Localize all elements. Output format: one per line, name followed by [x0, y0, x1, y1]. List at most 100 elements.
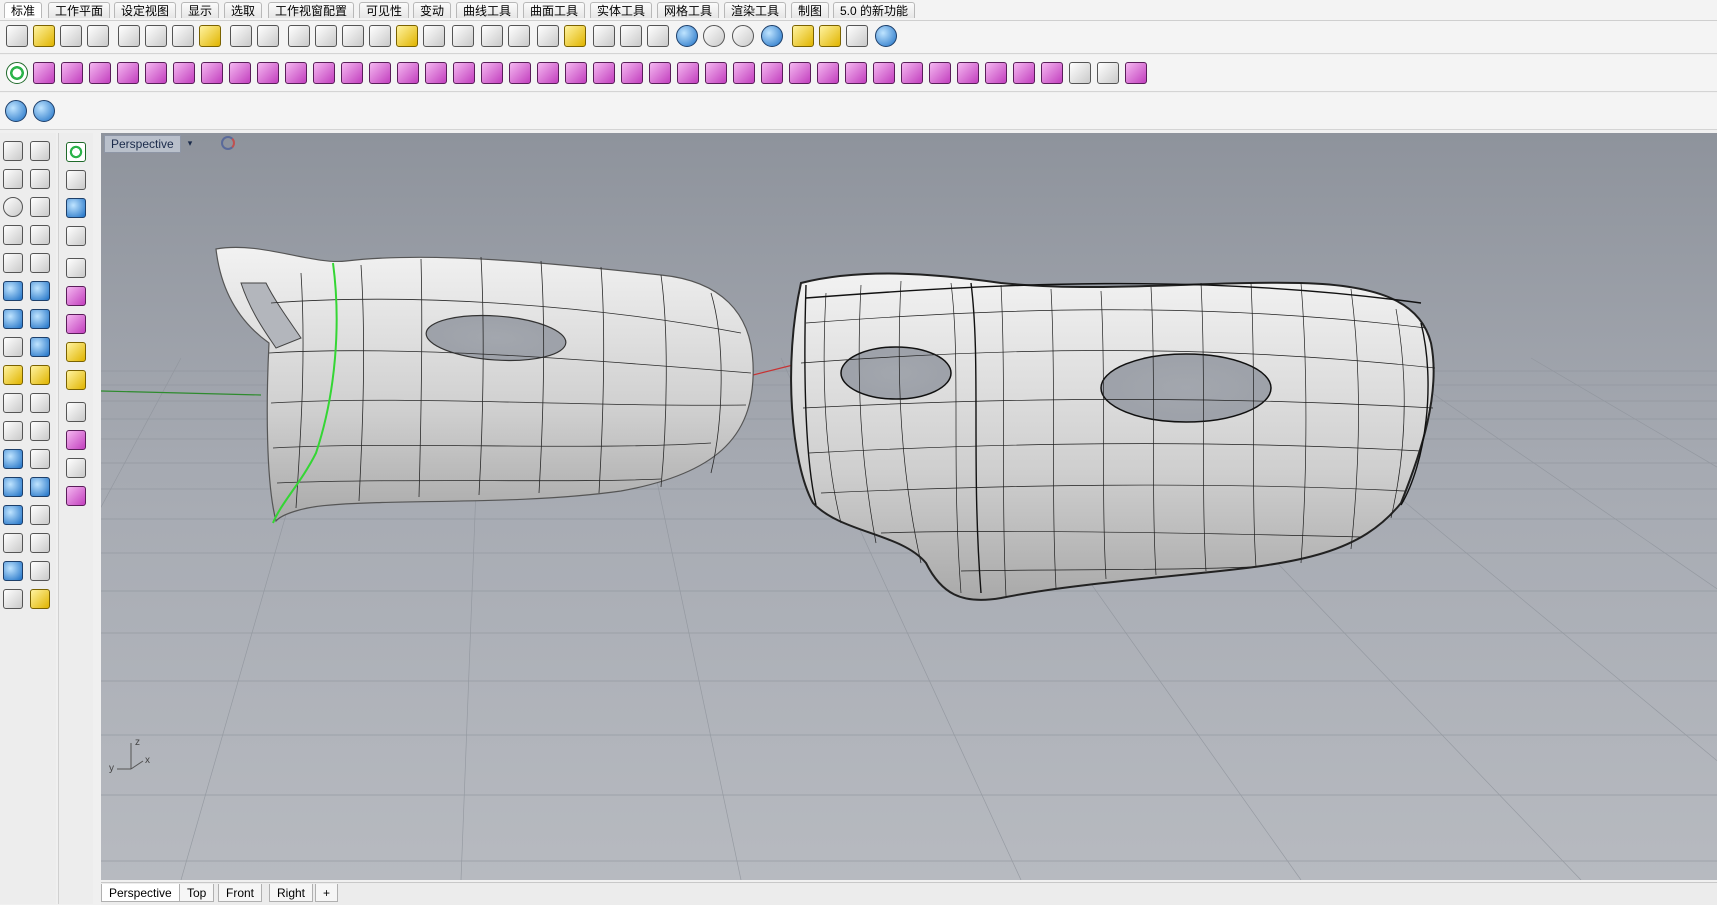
subd-frame-icon[interactable] [66, 458, 86, 478]
pan-hand-icon[interactable] [257, 25, 279, 47]
subd-gear-icon[interactable] [66, 486, 86, 506]
plugin-a-icon[interactable] [5, 100, 27, 122]
print-icon[interactable] [87, 25, 109, 47]
tab-cplanes[interactable]: 工作平面 [48, 2, 111, 18]
smooth-icon[interactable] [789, 62, 811, 84]
point-icon[interactable] [30, 141, 50, 161]
split-tool-icon[interactable] [30, 421, 50, 441]
symmetry-icon[interactable] [761, 62, 783, 84]
chamfer-icon[interactable] [341, 62, 363, 84]
insert-edge-icon[interactable] [817, 62, 839, 84]
delete-face-icon[interactable] [593, 62, 615, 84]
new-file-icon[interactable] [6, 25, 28, 47]
group-icon[interactable] [3, 477, 23, 497]
undo-icon[interactable] [230, 25, 252, 47]
curve-icon[interactable] [30, 169, 50, 189]
render-icon[interactable] [761, 25, 783, 47]
named-view-icon[interactable] [508, 25, 530, 47]
arc-icon[interactable] [3, 253, 23, 273]
options-gear-icon[interactable] [819, 25, 841, 47]
zoom-window-icon[interactable] [342, 25, 364, 47]
check-icon[interactable] [30, 561, 50, 581]
cage-icon[interactable] [145, 62, 167, 84]
mesh-patch-icon[interactable] [1041, 62, 1063, 84]
subd-cube-icon[interactable] [66, 314, 86, 334]
trim-icon[interactable] [3, 421, 23, 441]
rail-icon[interactable] [257, 62, 279, 84]
paste-icon[interactable] [199, 25, 221, 47]
split-icon[interactable] [481, 62, 503, 84]
move-axes-icon[interactable] [66, 258, 86, 278]
brush-icon[interactable] [792, 25, 814, 47]
select-filter-icon[interactable] [564, 25, 586, 47]
subdivide-icon[interactable] [537, 62, 559, 84]
subd-solid-icon[interactable] [66, 370, 86, 390]
layer-icon[interactable] [647, 25, 669, 47]
tab-mesh-tools[interactable]: 网格工具 [657, 2, 720, 18]
solid-box-icon[interactable] [3, 309, 23, 329]
surface-corner-icon[interactable] [3, 281, 23, 301]
text-icon[interactable] [3, 449, 23, 469]
view-tab-right[interactable]: Right [269, 884, 314, 902]
settings-gear-icon[interactable] [1125, 62, 1147, 84]
analyze-icon[interactable] [3, 561, 23, 581]
rectangle-icon[interactable] [30, 225, 50, 245]
plane-icon[interactable] [957, 62, 979, 84]
shaded-sphere-icon[interactable] [703, 25, 725, 47]
copy-icon[interactable] [172, 25, 194, 47]
subd-cube-yellow-icon[interactable] [66, 342, 86, 362]
tab-drafting[interactable]: 制图 [791, 2, 830, 18]
crease-icon[interactable] [649, 62, 671, 84]
patch-icon[interactable] [229, 62, 251, 84]
box-icon[interactable] [33, 62, 55, 84]
array-icon[interactable] [30, 505, 50, 525]
pivot-icon[interactable] [873, 62, 895, 84]
tab-surface-tools[interactable]: 曲面工具 [523, 2, 586, 18]
render-mesh-icon[interactable] [3, 589, 23, 609]
help-icon[interactable] [875, 25, 897, 47]
dimension-tool-icon[interactable] [30, 449, 50, 469]
cylinder-icon[interactable] [369, 62, 391, 84]
lock-icon[interactable] [620, 25, 642, 47]
open-folder-icon[interactable] [33, 25, 55, 47]
rendered-sphere-icon[interactable] [732, 25, 754, 47]
cube-icon[interactable] [425, 62, 447, 84]
ellipse-icon[interactable] [30, 197, 50, 217]
explode-icon[interactable] [30, 365, 50, 385]
boolean-icon[interactable] [565, 62, 587, 84]
tools-icon[interactable] [1069, 62, 1091, 84]
polyline-icon[interactable] [3, 169, 23, 189]
arch-icon[interactable] [285, 62, 307, 84]
circle-icon[interactable] [3, 197, 23, 217]
light-bulb-icon[interactable] [593, 25, 615, 47]
surface-edge-icon[interactable] [30, 281, 50, 301]
block-icon[interactable] [30, 477, 50, 497]
solid-sphere-icon[interactable] [30, 309, 50, 329]
tab-transform[interactable]: 变动 [413, 2, 452, 18]
freeform-icon[interactable] [30, 253, 50, 273]
power-toggle-icon[interactable] [6, 62, 28, 84]
dimension-icon[interactable] [846, 25, 868, 47]
zoom-extents-icon[interactable] [369, 25, 391, 47]
sweep-icon[interactable] [173, 62, 195, 84]
tab-viewport-layout[interactable]: 工作视窗配置 [268, 2, 355, 18]
paint-icon[interactable] [66, 402, 86, 422]
flat-patch-icon[interactable] [1013, 62, 1035, 84]
viewport-title[interactable]: Perspective [104, 135, 181, 153]
fillet-icon[interactable] [313, 62, 335, 84]
plugin-b-icon[interactable] [33, 100, 55, 122]
viewport-menu-dropdown-icon[interactable]: ▾ [185, 137, 195, 149]
boolean-union-icon[interactable] [3, 393, 23, 413]
mesh-plane-icon[interactable] [30, 337, 50, 357]
ribbon-icon[interactable] [985, 62, 1007, 84]
rotate-view-icon[interactable] [288, 25, 310, 47]
camera-rotate-icon[interactable] [221, 136, 235, 150]
tab-solid-tools[interactable]: 实体工具 [590, 2, 653, 18]
pentagon-icon[interactable] [929, 62, 951, 84]
osnap-icon[interactable] [537, 25, 559, 47]
cut-icon[interactable] [145, 25, 167, 47]
view-tab-front[interactable]: Front [218, 884, 263, 902]
polygon-icon[interactable] [3, 225, 23, 245]
cylinder-solid-icon[interactable] [3, 337, 23, 357]
four-viewports-icon[interactable] [452, 25, 474, 47]
